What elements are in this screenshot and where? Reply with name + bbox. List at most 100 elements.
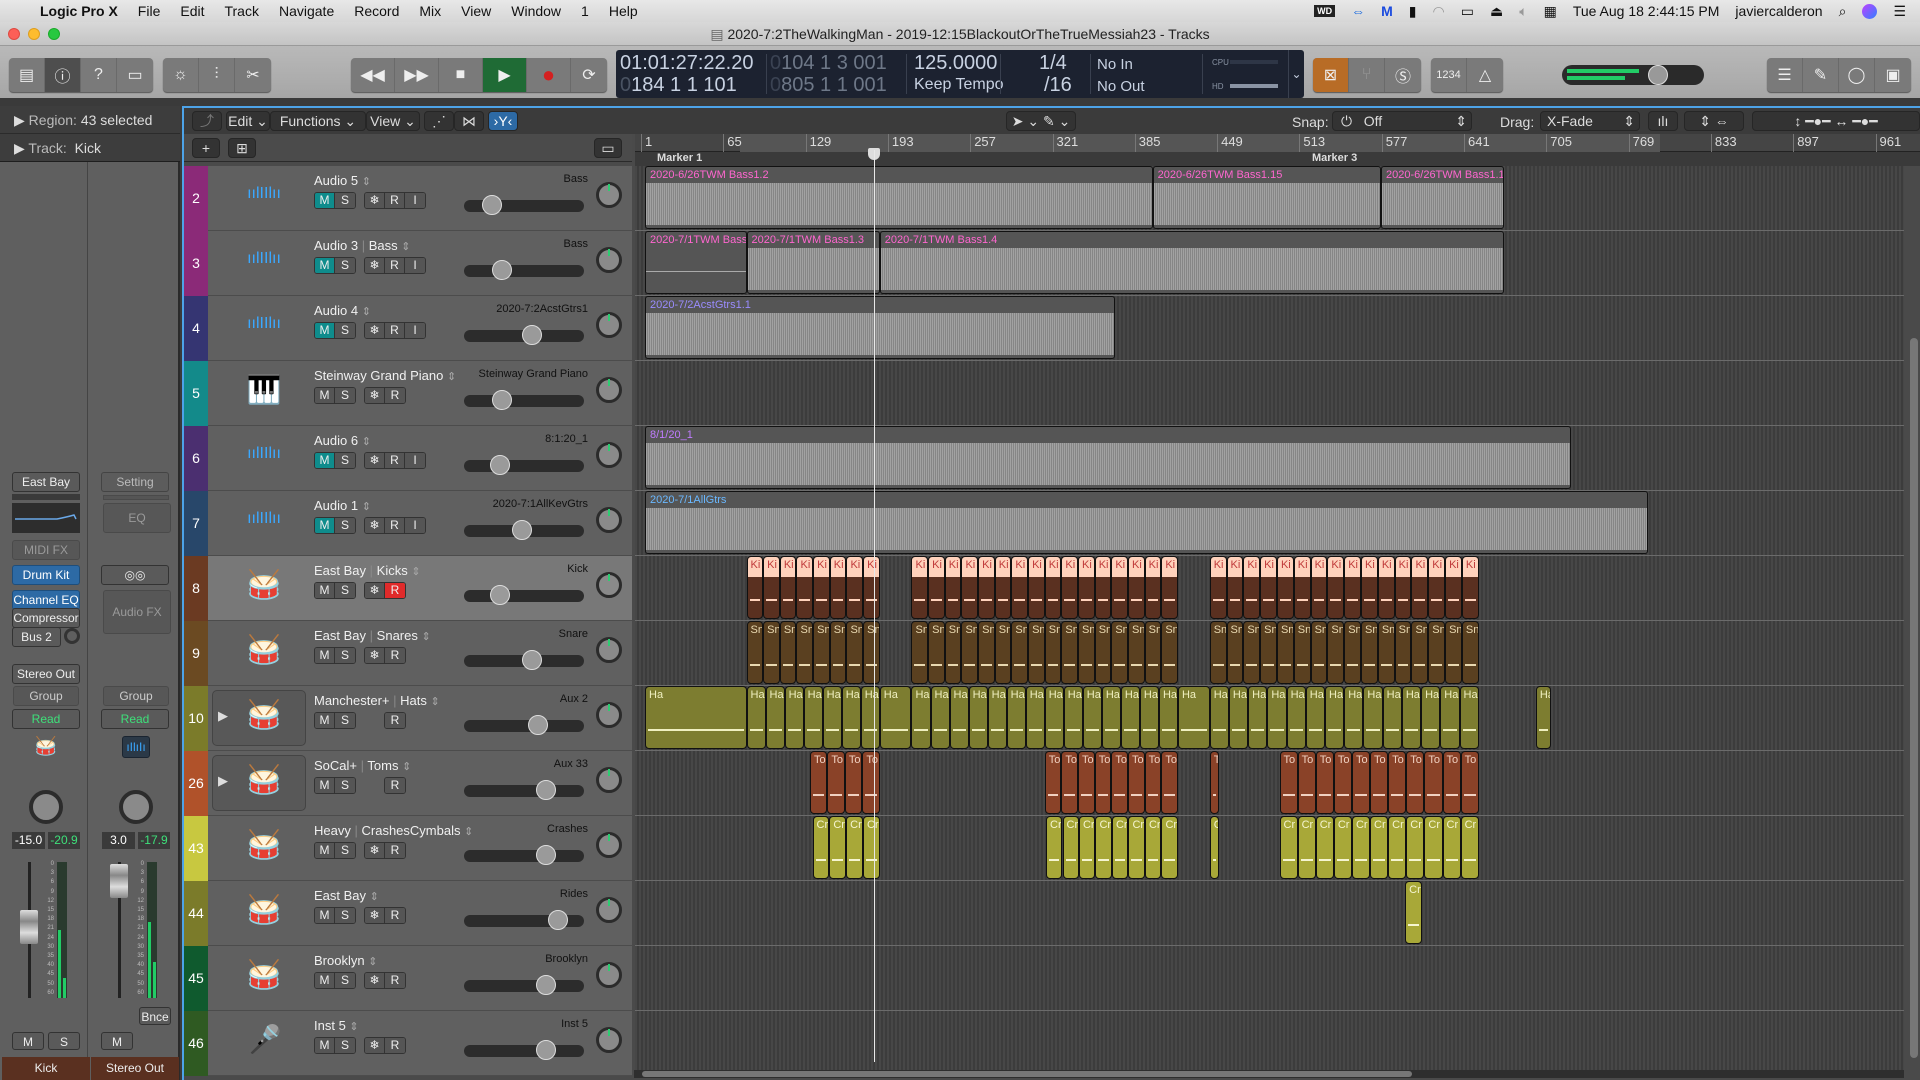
midi-region[interactable]: To bbox=[1442, 751, 1461, 814]
pan-knob[interactable] bbox=[596, 1027, 622, 1053]
freeze-button[interactable]: ❄ bbox=[365, 583, 385, 598]
midi-region[interactable]: To bbox=[1128, 751, 1145, 814]
pan-knob[interactable] bbox=[596, 312, 622, 338]
midi-region[interactable]: Ki bbox=[846, 556, 864, 619]
volume-slider[interactable] bbox=[464, 650, 584, 670]
midi-region[interactable]: Cr bbox=[812, 816, 830, 879]
updown-chevron-icon[interactable]: ⇕ bbox=[362, 306, 371, 318]
volume-knob[interactable] bbox=[512, 520, 532, 540]
track-name[interactable]: SoCal+ | Toms ⇕ bbox=[314, 758, 411, 773]
mixer-icon[interactable]: ⫶ bbox=[199, 58, 235, 92]
updown-chevron-icon[interactable]: ⇕ bbox=[422, 631, 431, 643]
midi-region[interactable]: Cr bbox=[1333, 816, 1352, 879]
fast-forward-icon[interactable]: ▶▶ bbox=[395, 58, 439, 92]
midi-region[interactable]: To bbox=[1061, 751, 1079, 814]
disclosure-triangle-icon[interactable]: ▶ bbox=[14, 140, 25, 156]
bounce-button[interactable]: Bnce bbox=[139, 1007, 171, 1025]
midi-region[interactable]: Ha bbox=[1209, 686, 1229, 749]
volume-icon[interactable]: 🔈︎ bbox=[1519, 3, 1527, 20]
toolbar-icon[interactable]: ▭ bbox=[117, 58, 153, 92]
eq-display[interactable]: EQ bbox=[103, 503, 171, 533]
plugin-slot-channel-eq[interactable]: Channel EQ bbox=[12, 590, 80, 610]
midi-region[interactable]: Ha bbox=[930, 686, 950, 749]
midi-region[interactable]: Sn bbox=[911, 621, 929, 684]
send-level-knob[interactable] bbox=[64, 628, 80, 644]
midi-region[interactable]: Ki bbox=[1226, 556, 1244, 619]
updown-chevron-icon[interactable]: ⇕ bbox=[370, 891, 379, 903]
pan-knob[interactable] bbox=[596, 832, 622, 858]
track-name[interactable]: Audio 1 ⇕ bbox=[314, 498, 371, 513]
volume-slider[interactable] bbox=[464, 325, 584, 345]
midi-region[interactable]: Ki bbox=[1078, 556, 1095, 619]
midi-region[interactable]: Ha bbox=[1267, 686, 1287, 749]
master-volume-slider[interactable] bbox=[1562, 65, 1704, 85]
menu-record[interactable]: Record bbox=[354, 3, 399, 19]
midi-region[interactable]: Sn bbox=[1111, 621, 1128, 684]
midi-region[interactable]: Ha bbox=[879, 686, 912, 749]
track-lane[interactable]: 2020-6/26TWM Bass1.2 2020-6/26TWM Bass1.1… bbox=[635, 166, 1904, 231]
menu-mix[interactable]: Mix bbox=[419, 3, 441, 19]
midi-region[interactable]: Sn bbox=[813, 621, 830, 684]
updown-chevron-icon[interactable]: ⇕ bbox=[431, 696, 440, 708]
track-lane[interactable]: Cr bbox=[635, 881, 1904, 946]
midi-region[interactable]: Ki bbox=[1144, 556, 1162, 619]
record-enable-button[interactable]: R bbox=[385, 973, 405, 988]
midi-region[interactable]: Cr bbox=[1144, 816, 1162, 879]
midi-region[interactable]: Sn bbox=[1293, 621, 1311, 684]
record-enable-button[interactable]: R bbox=[385, 648, 405, 663]
midi-region[interactable]: Sn bbox=[928, 621, 945, 684]
mute-button[interactable]: M bbox=[315, 648, 335, 663]
midi-region[interactable]: Ha bbox=[1305, 686, 1325, 749]
pan-knob[interactable] bbox=[596, 442, 622, 468]
midi-region[interactable]: Cr bbox=[1460, 816, 1479, 879]
audio-region[interactable]: 8/1/20_1 bbox=[645, 426, 1572, 489]
pan-knob[interactable] bbox=[596, 507, 622, 533]
midi-region[interactable]: To bbox=[1351, 751, 1371, 814]
malwarebytes-icon[interactable]: M bbox=[1381, 3, 1393, 19]
mute-button[interactable]: M bbox=[315, 1038, 335, 1053]
midi-region[interactable]: Ki bbox=[1161, 556, 1178, 619]
midi-region[interactable]: Ki bbox=[1394, 556, 1412, 619]
marker-3[interactable]: Marker 3 bbox=[1312, 152, 1357, 164]
midi-region[interactable]: Sn bbox=[796, 621, 814, 684]
track-number[interactable]: 10 bbox=[184, 686, 208, 751]
midi-region[interactable]: Ha bbox=[841, 686, 861, 749]
track-header[interactable]: 2 ıılIIlıı Audio 5 ⇕ M S ❄ R I Bass bbox=[184, 166, 632, 231]
lcd-display[interactable]: 01:01:27:22.20 0184 1 1 101 0104 1 3 001… bbox=[616, 50, 1304, 98]
midi-region[interactable]: Sn bbox=[994, 621, 1012, 684]
wifi-icon[interactable]: ◠ bbox=[1433, 3, 1445, 20]
inspector-icon[interactable]: ⓘ bbox=[45, 58, 81, 92]
eq-display[interactable] bbox=[12, 503, 80, 533]
smart-controls-icon[interactable]: ☼ bbox=[163, 58, 199, 92]
freeze-button[interactable]: ❄ bbox=[365, 258, 385, 273]
volume-knob[interactable] bbox=[536, 1040, 556, 1060]
updown-chevron-icon[interactable]: ⇕ bbox=[362, 436, 371, 448]
input-monitor-button[interactable]: I bbox=[405, 193, 425, 208]
master-volume-knob[interactable] bbox=[1648, 65, 1669, 85]
volume-slider[interactable] bbox=[464, 1040, 584, 1060]
audio-region[interactable]: 2020-6/26TWM Bass1.2 bbox=[645, 166, 1153, 229]
midi-region[interactable]: Ha bbox=[1120, 686, 1140, 749]
track-name[interactable]: Brooklyn ⇕ bbox=[314, 953, 377, 968]
midi-region[interactable]: To bbox=[844, 751, 863, 814]
midi-region[interactable]: Sn bbox=[829, 621, 847, 684]
menu-app-name[interactable]: Logic Pro X bbox=[40, 3, 118, 19]
record-enable-button[interactable]: R bbox=[385, 388, 405, 403]
edit-menu[interactable]: Edit ⌄ bbox=[226, 111, 270, 131]
midi-region[interactable]: Ha bbox=[822, 686, 842, 749]
solo-button[interactable]: S bbox=[335, 713, 355, 728]
midi-region[interactable]: Ha bbox=[1382, 686, 1402, 749]
midi-region[interactable]: Ki bbox=[1260, 556, 1277, 619]
horizontal-scrollbar[interactable] bbox=[634, 1070, 1904, 1078]
pan-knob[interactable] bbox=[596, 897, 622, 923]
automation-icon[interactable]: ⋰ bbox=[424, 111, 454, 131]
volume-slider[interactable] bbox=[464, 520, 584, 540]
input-monitor-button[interactable]: I bbox=[405, 323, 425, 338]
track-header[interactable]: 3 ıılIIlıı Audio 3 | Bass ⇕ M S ❄ R I Bass bbox=[184, 231, 632, 296]
midi-region[interactable]: Ki bbox=[1428, 556, 1446, 619]
group-slot[interactable]: Group bbox=[13, 686, 79, 706]
midi-region[interactable]: Sn bbox=[1394, 621, 1412, 684]
rewind-icon[interactable]: ◀◀ bbox=[351, 58, 395, 92]
midi-region[interactable]: Ha bbox=[1401, 686, 1422, 749]
track-name[interactable]: East Bay | Snares ⇕ bbox=[314, 628, 431, 643]
